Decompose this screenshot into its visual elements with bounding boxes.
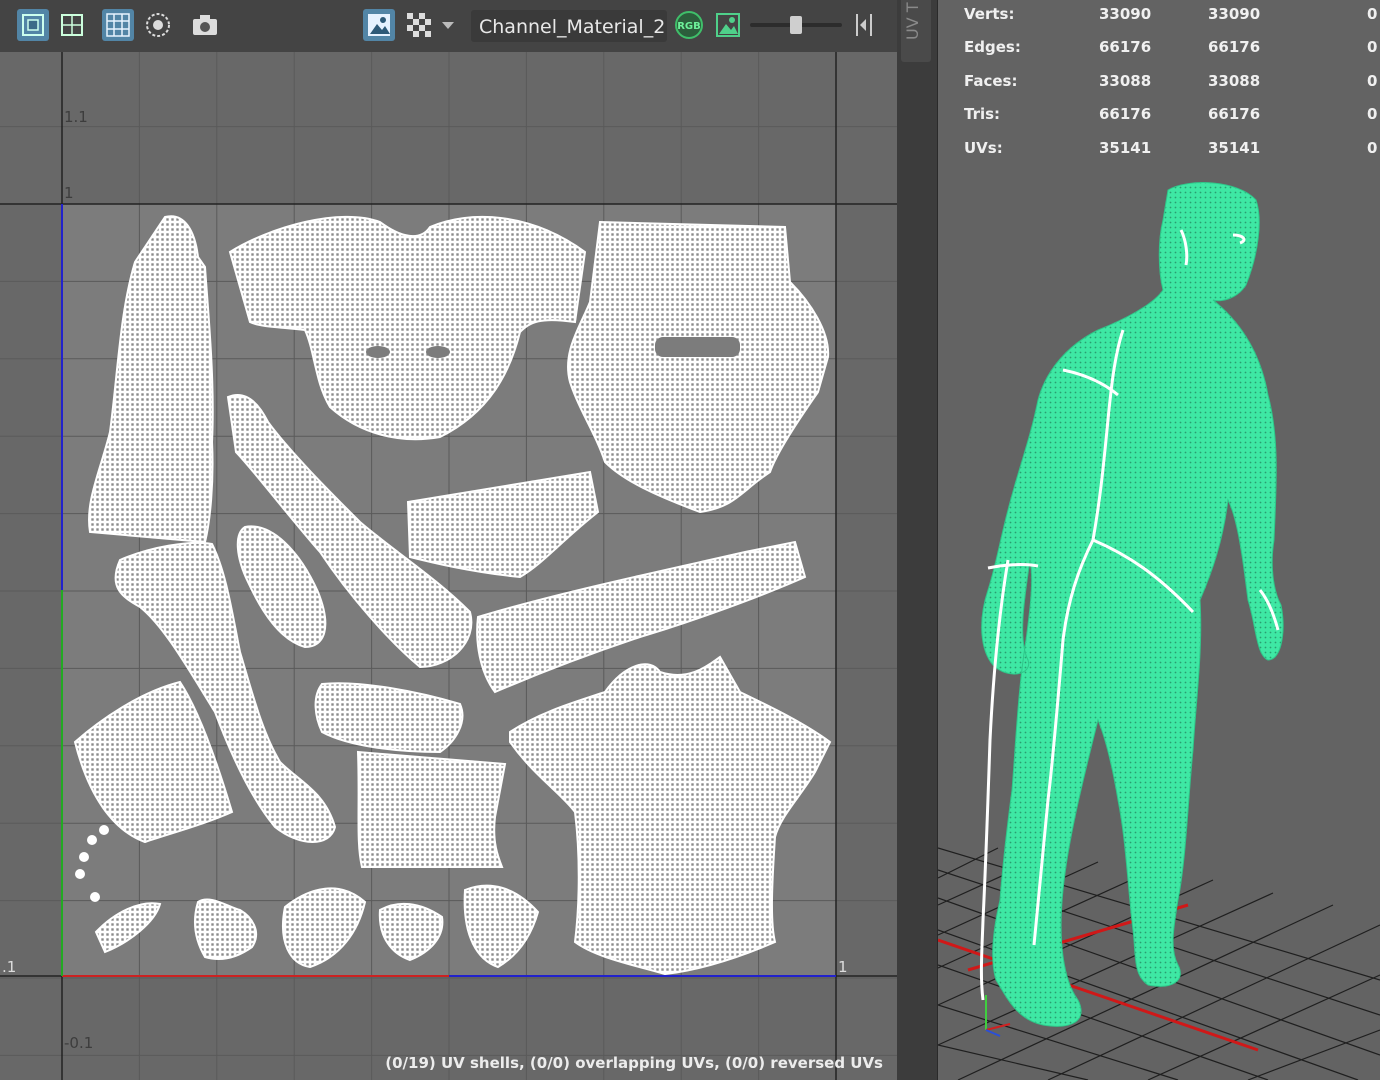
rgb-channel-icon[interactable]: RGB <box>673 9 705 41</box>
material-dropdown[interactable]: Channel_Material_2 ( <box>471 10 667 42</box>
image-icon[interactable] <box>712 9 744 41</box>
uv-grid-view[interactable] <box>0 48 897 1080</box>
hud-row-tris: Tris: 66176 66176 0 <box>964 105 1380 138</box>
3d-viewport[interactable]: Verts: 33090 33090 0 Edges: 66176 66176 0 Face… <box>938 0 1380 1080</box>
texture-display-icon[interactable] <box>363 9 395 41</box>
uv-layout-icon[interactable] <box>56 9 88 41</box>
rgb-label: RGB <box>677 21 701 32</box>
uv-shell-hole <box>426 346 450 358</box>
hud-value: 35141 <box>1099 138 1152 157</box>
tick-label-v-1-1: 1.1 <box>64 108 88 126</box>
exposure-slider[interactable] <box>750 16 842 34</box>
slider-thumb[interactable] <box>790 16 802 34</box>
axis-gizmo-icon <box>985 995 1011 1037</box>
hud-row-verts: Verts: 33090 33090 0 <box>964 5 1380 38</box>
hud-value: 66176 <box>1099 38 1152 57</box>
uv-shell-icon[interactable] <box>17 9 49 41</box>
checker-icon[interactable] <box>403 9 435 41</box>
hud-label: Tris: <box>964 105 1001 124</box>
grid-icon[interactable] <box>102 9 134 41</box>
uv-shell-fragment <box>79 852 89 862</box>
snapshot-icon[interactable] <box>189 9 221 41</box>
hud-value: 66176 <box>1208 38 1261 57</box>
hud-label: UVs: <box>964 138 1003 157</box>
uv-status-readout: (0/19) UV shells, (0/0) overlapping UVs,… <box>385 1054 883 1072</box>
hud-label: Verts: <box>964 5 1015 23</box>
hud-label: Faces: <box>964 71 1018 90</box>
uv-toolbar: Channel_Material_2 ( RGB <box>0 0 897 52</box>
uv-toolkit-tab[interactable]: UV T <box>901 0 931 62</box>
tick-label-v-neg-0-1: -0.1 <box>64 1034 94 1052</box>
hud-value: 0 <box>1367 138 1378 157</box>
character-mesh[interactable] <box>981 182 1284 1027</box>
panel-divider[interactable]: UV T <box>897 0 938 1080</box>
hud-row-uvs: UVs: 35141 35141 0 <box>964 139 1380 172</box>
hud-label: Edges: <box>964 38 1021 57</box>
uv-shell-fragment <box>87 835 97 845</box>
uv-shell-hole <box>655 337 740 357</box>
uv-toolkit-tab-label: UV T <box>903 2 922 40</box>
hud-value: 33088 <box>1099 71 1152 90</box>
hud-value: 0 <box>1367 38 1378 57</box>
dropdown-arrow-icon[interactable] <box>438 9 458 41</box>
uv-shell-hole <box>366 346 390 358</box>
hud-value: 35141 <box>1208 138 1261 157</box>
uv-shell-fragment <box>90 892 100 902</box>
tick-label-u-1: 1 <box>838 958 848 976</box>
tick-label-v-1: 1 <box>64 184 74 202</box>
uv-shell-11 <box>356 750 507 868</box>
hud-value: 66176 <box>1208 105 1261 124</box>
hud-row-faces: Faces: 33088 33088 0 <box>964 72 1380 105</box>
hud-value: 33090 <box>1208 5 1261 23</box>
gamma-icon[interactable] <box>846 9 882 41</box>
hud-value: 33088 <box>1208 71 1261 90</box>
soft-select-icon[interactable] <box>142 9 174 41</box>
hud-value: 0 <box>1367 105 1378 124</box>
uv-editor-panel[interactable]: Channel_Material_2 ( RGB 1.1 1 .1 1 -0.1… <box>0 0 897 1080</box>
uv-canvas[interactable]: 1.1 1 .1 1 -0.1 <box>0 48 897 1080</box>
uv-shell-fragment <box>99 825 109 835</box>
hud-value: 0 <box>1367 5 1378 23</box>
hud-value: 66176 <box>1099 105 1152 124</box>
tick-label-u-neg: .1 <box>2 958 17 976</box>
hud-value: 0 <box>1367 71 1378 90</box>
hud-row-edges: Edges: 66176 66176 0 <box>964 38 1380 71</box>
hud-value: 33090 <box>1099 5 1152 23</box>
uv-shell-fragment <box>75 869 85 879</box>
poly-count-hud: Verts: 33090 33090 0 Edges: 66176 66176 0 Face… <box>964 5 1380 172</box>
